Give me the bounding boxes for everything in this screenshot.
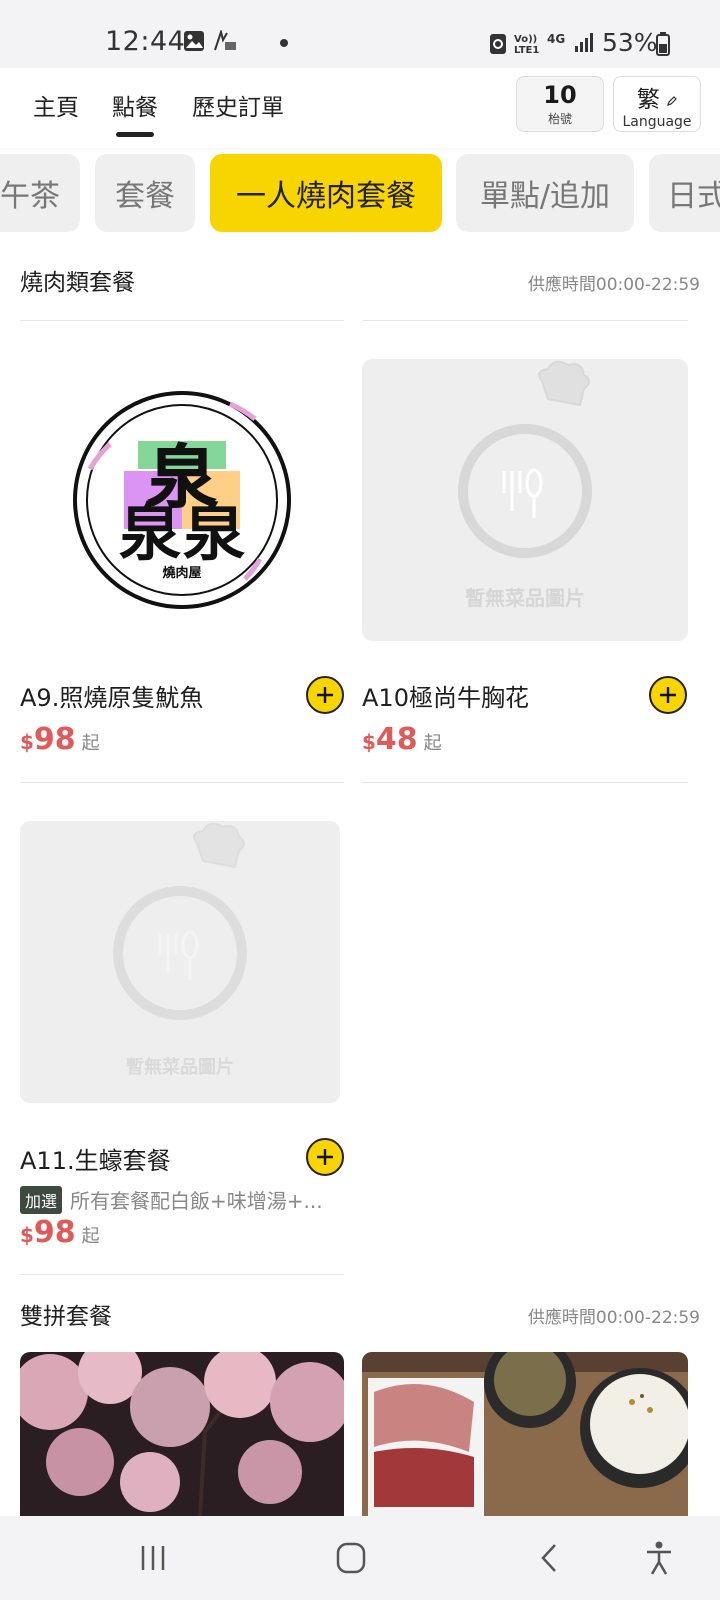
language-button[interactable]: 繁 Language bbox=[613, 76, 701, 132]
top-nav: 主頁 點餐 歷史訂單 10 枱號 繁 Language bbox=[0, 68, 720, 148]
divider bbox=[20, 320, 344, 321]
gallery-icon bbox=[184, 31, 204, 51]
divider bbox=[362, 320, 688, 321]
item-name[interactable]: A9.照燒原隻魷魚 bbox=[20, 678, 203, 713]
accessibility-icon[interactable] bbox=[644, 1540, 674, 1576]
item-image[interactable] bbox=[362, 1352, 688, 1516]
category-label: 套餐 bbox=[115, 179, 175, 214]
category-label: 一人燒肉套餐 bbox=[236, 179, 416, 214]
item-image-placeholder[interactable]: 暫無菜品圖片 bbox=[362, 359, 688, 641]
plus-icon bbox=[660, 687, 676, 703]
system-navigation-bar bbox=[0, 1516, 720, 1600]
restaurant-logo: 泉 泉 泉 燒肉屋 bbox=[73, 391, 291, 609]
section-title: 燒肉類套餐 bbox=[20, 270, 135, 296]
add-item-button[interactable] bbox=[306, 1138, 344, 1176]
tab-history[interactable]: 歷史訂單 bbox=[192, 88, 284, 122]
section-time: 供應時間00:00-22:59 bbox=[527, 1308, 700, 1328]
status-bar: 12:44 Vo)) LTE1 4G 53% bbox=[0, 0, 720, 68]
item-price: $98 起 bbox=[20, 722, 100, 757]
status-battery-text: 53% bbox=[602, 28, 658, 57]
category-chip[interactable]: 日式 bbox=[649, 154, 720, 232]
recycle-icon bbox=[490, 34, 506, 54]
category-label: 日式 bbox=[667, 179, 720, 214]
item-name[interactable]: A10極尚牛胸花 bbox=[362, 678, 529, 713]
tab-order[interactable]: 點餐 bbox=[112, 88, 158, 122]
item-image[interactable]: 泉 泉 泉 燒肉屋 bbox=[20, 359, 344, 641]
add-item-button[interactable] bbox=[306, 676, 344, 714]
no-image-icon: 暫無菜品圖片 bbox=[458, 360, 592, 610]
category-label: 單點/追加 bbox=[479, 179, 611, 214]
status-time: 12:44 bbox=[105, 26, 186, 57]
signal-icon bbox=[575, 33, 593, 52]
dot-icon bbox=[280, 39, 288, 47]
status-4g: 4G bbox=[547, 32, 566, 46]
table-number: 10 bbox=[543, 81, 577, 109]
status-network: Vo)) LTE1 bbox=[514, 34, 540, 56]
divider bbox=[20, 782, 344, 783]
svg-text:泉: 泉 bbox=[183, 496, 245, 569]
item-image[interactable] bbox=[20, 1352, 344, 1516]
app-notification-icon bbox=[214, 30, 236, 51]
category-chip[interactable]: 單點/追加 bbox=[456, 154, 634, 232]
svg-text:泉: 泉 bbox=[119, 496, 181, 569]
svg-text:燒肉屋: 燒肉屋 bbox=[162, 565, 201, 581]
add-item-button[interactable] bbox=[649, 676, 687, 714]
plus-icon bbox=[317, 687, 333, 703]
table-label: 枱號 bbox=[547, 112, 572, 126]
category-chip-active[interactable]: 一人燒肉套餐 bbox=[210, 154, 442, 232]
item-price: $98 起 bbox=[20, 1215, 100, 1250]
category-label: 午茶 bbox=[0, 179, 60, 214]
section-time: 供應時間00:00-22:59 bbox=[527, 275, 700, 295]
item-description: 所有套餐配白飯+味增湯+... bbox=[70, 1189, 323, 1213]
home-icon[interactable] bbox=[336, 1542, 366, 1574]
no-image-icon: 暫無菜品圖片 bbox=[113, 822, 247, 1078]
divider bbox=[362, 782, 688, 783]
language-current: 繁 bbox=[636, 87, 660, 113]
language-label: Language bbox=[622, 114, 692, 130]
item-image-placeholder[interactable]: 暫無菜品圖片 bbox=[20, 821, 340, 1103]
option-tag: 加選 bbox=[20, 1186, 63, 1214]
back-icon[interactable] bbox=[538, 1543, 560, 1573]
battery-icon bbox=[656, 32, 670, 56]
category-chip[interactable]: 午茶 bbox=[0, 154, 80, 232]
edit-icon bbox=[667, 95, 678, 106]
item-price: $48 起 bbox=[362, 722, 442, 757]
section-title: 雙拼套餐 bbox=[20, 1304, 112, 1330]
tab-home[interactable]: 主頁 bbox=[33, 88, 79, 122]
divider bbox=[20, 1274, 344, 1275]
placeholder-text: 暫無菜品圖片 bbox=[126, 1056, 234, 1078]
recent-apps-icon[interactable] bbox=[139, 1544, 167, 1572]
placeholder-text: 暫無菜品圖片 bbox=[465, 586, 585, 610]
plus-icon bbox=[317, 1149, 333, 1165]
category-chip[interactable]: 套餐 bbox=[95, 154, 195, 232]
meal-photo bbox=[362, 1352, 688, 1516]
table-number-box[interactable]: 10 枱號 bbox=[516, 76, 604, 132]
active-tab-indicator bbox=[116, 132, 154, 137]
sakura-photo bbox=[20, 1352, 344, 1516]
item-name[interactable]: A11.生蠔套餐 bbox=[20, 1141, 171, 1176]
